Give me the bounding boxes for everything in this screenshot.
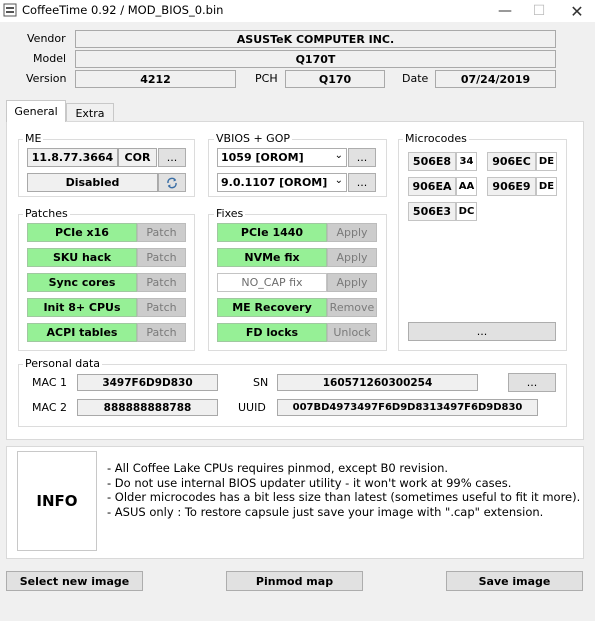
model-label: Model — [33, 52, 67, 65]
date-field: 07/24/2019 — [435, 70, 556, 88]
fix-button[interactable]: Remove — [327, 298, 377, 317]
me-refresh-button[interactable] — [158, 173, 186, 192]
fix-button[interactable]: Apply — [327, 248, 377, 267]
patch-status: Init 8+ CPUs — [27, 298, 137, 317]
save-image-button[interactable]: Save image — [446, 571, 583, 591]
uuid-field[interactable]: 007BD4973497F6D9D8313497F6D9D830 — [277, 399, 538, 416]
maximize-icon[interactable]: ☐ — [522, 0, 556, 22]
pch-field: Q170 — [285, 70, 385, 88]
info-line: - ASUS only : To restore capsule just sa… — [107, 504, 544, 519]
microcode-version: DE — [536, 152, 557, 171]
fix-status: PCIe 1440 — [217, 223, 327, 242]
fix-button[interactable]: Apply — [327, 223, 377, 242]
microcode-cpuid[interactable]: 906EA — [408, 177, 456, 196]
fix-status: NVMe fix — [217, 248, 327, 267]
vbios-select[interactable]: 1059 [OROM] ⌄ — [217, 148, 347, 167]
vbios-group-label: VBIOS + GOP — [214, 132, 292, 145]
patch-button[interactable]: Patch — [137, 223, 186, 242]
app-icon — [3, 3, 17, 17]
fix-status: FD locks — [217, 323, 327, 342]
fix-status: ME Recovery — [217, 298, 327, 317]
gop-select[interactable]: 9.0.1107 [OROM] ⌄ — [217, 173, 347, 192]
me-version-field: 11.8.77.3664 — [27, 148, 118, 167]
sn-label: SN — [253, 376, 269, 389]
microcodes-group-label: Microcodes — [403, 132, 469, 145]
patch-status: PCIe x16 — [27, 223, 137, 242]
mac1-field[interactable]: 3497F6D9D830 — [77, 374, 218, 391]
info-line: - All Coffee Lake CPUs requires pinmod, … — [107, 461, 449, 475]
window-title: CoffeeTime 0.92 / MOD_BIOS_0.bin — [22, 3, 224, 17]
microcode-cpuid[interactable]: 506E3 — [408, 202, 456, 221]
sn-field[interactable]: 160571260300254 — [277, 374, 478, 391]
date-label: Date — [402, 72, 429, 85]
patch-button[interactable]: Patch — [137, 323, 186, 342]
microcode-version: AA — [456, 177, 477, 196]
fix-button[interactable]: Unlock — [327, 323, 377, 342]
microcode-cpuid[interactable]: 906EC — [487, 152, 536, 171]
info-label-box: INFO — [17, 451, 97, 551]
info-line: - Do not use internal BIOS updater utili… — [107, 475, 512, 490]
microcode-cpuid[interactable]: 906E9 — [487, 177, 536, 196]
chevron-down-icon: ⌄ — [334, 175, 343, 186]
select-image-button[interactable]: Select new image — [6, 571, 143, 591]
me-group-label: ME — [23, 132, 44, 145]
model-field: Q170T — [75, 50, 556, 68]
me-state-field: Disabled — [27, 173, 158, 192]
vendor-field: ASUSTeK COMPUTER INC. — [75, 30, 556, 48]
close-icon[interactable]: ✕ — [560, 0, 594, 22]
minimize-icon[interactable]: — — [488, 0, 522, 22]
microcode-version: DE — [536, 177, 557, 196]
tab-general[interactable]: General — [6, 100, 66, 122]
personal-data-label: Personal data — [23, 357, 103, 370]
microcode-cpuid[interactable]: 506E8 — [408, 152, 456, 171]
refresh-icon — [167, 177, 177, 188]
microcodes-browse-button[interactable]: ... — [408, 322, 556, 341]
pinmod-map-button[interactable]: Pinmod map — [226, 571, 363, 591]
microcode-version: 34 — [456, 152, 477, 171]
fixes-group-label: Fixes — [214, 207, 246, 220]
pch-label: PCH — [255, 72, 278, 85]
info-text: - All Coffee Lake CPUs requires pinmod, … — [107, 461, 580, 519]
uuid-label: UUID — [238, 401, 266, 414]
me-type-field: COR — [118, 148, 157, 167]
mac1-label: MAC 1 — [32, 376, 67, 389]
tab-extra[interactable]: Extra — [66, 103, 114, 122]
mac2-field[interactable]: 888888888788 — [77, 399, 218, 416]
me-browse-button[interactable]: ... — [158, 148, 186, 167]
patch-button[interactable]: Patch — [137, 298, 186, 317]
mac2-label: MAC 2 — [32, 401, 67, 414]
personal-browse-button[interactable]: ... — [508, 373, 556, 392]
patch-button[interactable]: Patch — [137, 273, 186, 292]
info-line: - Older microcodes has a bit less size t… — [107, 490, 581, 504]
vbios-browse-button[interactable]: ... — [348, 148, 376, 167]
vbios-select-value: 1059 [OROM] — [221, 151, 304, 164]
fix-button[interactable]: Apply — [327, 273, 377, 292]
chevron-down-icon: ⌄ — [334, 150, 343, 161]
patch-status: Sync cores — [27, 273, 137, 292]
patch-status: ACPI tables — [27, 323, 137, 342]
gop-select-value: 9.0.1107 [OROM] — [221, 176, 328, 189]
version-field: 4212 — [75, 70, 236, 88]
gop-browse-button[interactable]: ... — [348, 173, 376, 192]
patch-button[interactable]: Patch — [137, 248, 186, 267]
fix-status: NO_CAP fix — [217, 273, 327, 292]
patch-status: SKU hack — [27, 248, 137, 267]
microcode-version: DC — [456, 202, 477, 221]
patches-group-label: Patches — [23, 207, 70, 220]
vendor-label: Vendor — [27, 32, 66, 45]
version-label: Version — [26, 72, 67, 85]
